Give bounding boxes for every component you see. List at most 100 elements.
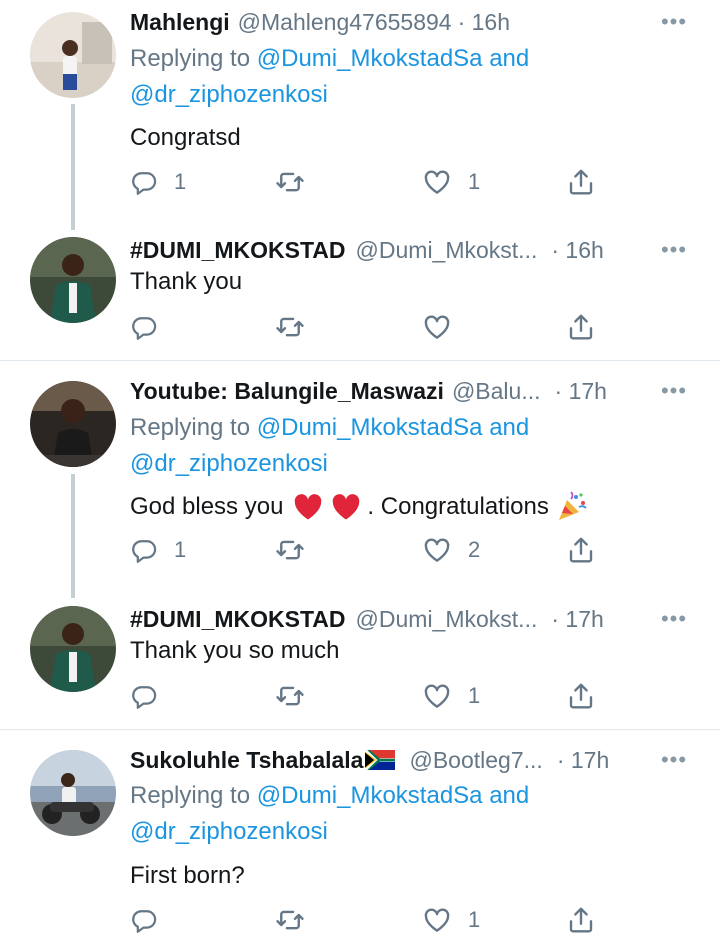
replying-to: Replying to @Dumi_MkokstadSa and @dr_zip… — [130, 41, 529, 113]
replying-to-label: Replying to — [130, 414, 251, 441]
replying-and: and — [489, 414, 530, 441]
mention-link[interactable]: @dr_ziphozenkosi — [130, 450, 328, 477]
author-name[interactable]: Sukoluhle Tshabalala — [130, 747, 363, 774]
retweet-icon — [275, 681, 305, 711]
author-handle[interactable]: @Dumi_Mkokst... — [356, 237, 538, 264]
mention-link[interactable]: @Dumi_MkokstadSa — [257, 414, 483, 441]
reply-button[interactable]: 1 — [130, 164, 186, 200]
tweet-actions — [130, 309, 590, 345]
party-popper-emoji-icon — [558, 491, 587, 520]
retweet-button[interactable] — [275, 678, 305, 714]
tweet-header: Mahlengi @Mahleng47655894 · 16h — [130, 2, 680, 42]
tweet[interactable]: Mahlengi @Mahleng47655894 · 16h ••• Repl… — [0, 0, 720, 230]
reply-button[interactable] — [130, 309, 158, 345]
more-options-icon[interactable]: ••• — [658, 740, 690, 780]
tweet-header: Youtube: Balungile_Maswazi @Balu... · 17… — [130, 371, 680, 411]
share-icon — [566, 167, 596, 197]
heart-icon — [422, 681, 452, 711]
timestamp[interactable]: · 16h — [551, 237, 603, 264]
timestamp[interactable]: · 17h — [557, 747, 609, 774]
tweet-text-part: . Congratulations — [367, 493, 549, 520]
tweet-text: Congratsd — [130, 124, 241, 151]
share-icon — [566, 312, 596, 342]
reply-button[interactable] — [130, 678, 158, 714]
timestamp[interactable]: · 17h — [555, 378, 607, 405]
replying-and: and — [489, 782, 530, 809]
tweet-actions: 1 — [130, 902, 590, 938]
red-heart-emoji-icon — [295, 494, 322, 520]
like-button[interactable]: 1 — [422, 678, 480, 714]
replying-and: and — [489, 45, 530, 72]
author-handle[interactable]: @Mahleng47655894 — [238, 9, 452, 36]
replying-to: Replying to @Dumi_MkokstadSa and @dr_zip… — [130, 410, 529, 482]
reply-count: 1 — [174, 169, 187, 194]
retweet-icon — [275, 535, 305, 565]
avatar[interactable] — [30, 750, 116, 836]
share-icon — [566, 535, 596, 565]
retweet-icon — [275, 312, 305, 342]
mention-link[interactable]: @Dumi_MkokstadSa — [257, 782, 483, 809]
tweet-actions: 1 — [130, 678, 590, 714]
tweet-header: Sukoluhle Tshabalala @Bootleg7... · 17h — [130, 740, 680, 780]
avatar[interactable] — [30, 381, 116, 467]
more-options-icon[interactable]: ••• — [658, 371, 690, 411]
like-count: 2 — [468, 537, 481, 562]
more-options-icon[interactable]: ••• — [658, 230, 690, 270]
share-button[interactable] — [566, 532, 596, 568]
share-button[interactable] — [566, 309, 596, 345]
more-options-icon[interactable]: ••• — [658, 2, 690, 42]
south-africa-flag-emoji-icon — [365, 750, 396, 770]
share-icon — [566, 681, 596, 711]
avatar[interactable] — [30, 237, 116, 323]
like-count: 1 — [468, 683, 481, 708]
retweet-button[interactable] — [275, 164, 305, 200]
timestamp[interactable]: · 16h — [458, 9, 510, 36]
retweet-button[interactable] — [275, 532, 305, 568]
reply-button[interactable]: 1 — [130, 532, 186, 568]
share-button[interactable] — [566, 902, 596, 938]
tweet-header: #DUMI_MKOKSTAD @Dumi_Mkokst... · 16h — [130, 230, 680, 270]
replying-to: Replying to @Dumi_MkokstadSa and @dr_zip… — [130, 778, 529, 850]
reply-icon — [130, 536, 158, 564]
tweet-header: #DUMI_MKOKSTAD @Dumi_Mkokst... · 17h — [130, 599, 680, 639]
tweet-text: Thank you so much — [130, 637, 340, 664]
tweet[interactable]: Youtube: Balungile_Maswazi @Balu... · 17… — [0, 361, 720, 599]
tweet-text: God bless you . Congratulations — [130, 491, 589, 523]
mention-link[interactable]: @dr_ziphozenkosi — [130, 818, 328, 845]
reply-icon — [130, 313, 158, 341]
avatar[interactable] — [30, 12, 116, 98]
author-name[interactable]: #DUMI_MKOKSTAD — [130, 237, 346, 264]
share-button[interactable] — [566, 678, 596, 714]
reply-icon — [130, 906, 158, 934]
author-name[interactable]: #DUMI_MKOKSTAD — [130, 606, 346, 633]
retweet-button[interactable] — [275, 902, 305, 938]
share-button[interactable] — [566, 164, 596, 200]
mention-link[interactable]: @dr_ziphozenkosi — [130, 81, 328, 108]
tweet[interactable]: #DUMI_MKOKSTAD @Dumi_Mkokst... · 17h •••… — [0, 599, 720, 729]
more-options-icon[interactable]: ••• — [658, 599, 690, 639]
like-button[interactable] — [422, 309, 452, 345]
reply-button[interactable] — [130, 902, 158, 938]
like-count: 1 — [468, 169, 481, 194]
tweet[interactable]: Sukoluhle Tshabalala @Bootleg7... · 17h … — [0, 730, 720, 947]
like-button[interactable]: 2 — [422, 532, 480, 568]
heart-icon — [422, 167, 452, 197]
heart-icon — [422, 535, 452, 565]
retweet-button[interactable] — [275, 309, 305, 345]
author-name[interactable]: Mahlengi — [130, 9, 230, 36]
heart-icon — [422, 905, 452, 935]
timestamp[interactable]: · 17h — [551, 606, 603, 633]
mention-link[interactable]: @Dumi_MkokstadSa — [257, 45, 483, 72]
like-button[interactable]: 1 — [422, 164, 480, 200]
tweet[interactable]: #DUMI_MKOKSTAD @Dumi_Mkokst... · 16h •••… — [0, 230, 720, 360]
author-handle[interactable]: @Balu... — [452, 378, 541, 405]
author-handle[interactable]: @Dumi_Mkokst... — [356, 606, 538, 633]
reply-count: 1 — [174, 537, 187, 562]
reply-icon — [130, 168, 158, 196]
like-count: 1 — [468, 907, 481, 932]
author-handle[interactable]: @Bootleg7... — [409, 747, 542, 774]
like-button[interactable]: 1 — [422, 902, 480, 938]
author-name[interactable]: Youtube: Balungile_Maswazi — [130, 378, 444, 405]
retweet-icon — [275, 905, 305, 935]
avatar[interactable] — [30, 606, 116, 692]
